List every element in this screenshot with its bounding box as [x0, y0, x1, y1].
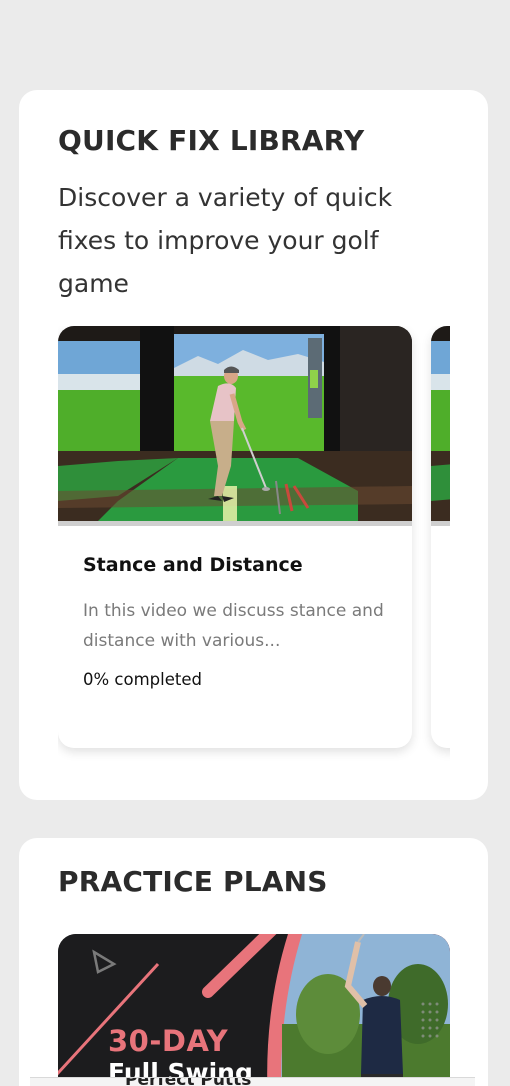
practice-plan-banner[interactable]: 30-DAY Full Swing [58, 934, 450, 1086]
bottom-sheet-label: Perfect Putts [125, 1078, 251, 1086]
video-title: Stance and Distance [83, 554, 303, 576]
video-description: In this video we discuss stance and dist… [83, 601, 384, 651]
practice-plans-title: PRACTICE PLANS [58, 865, 328, 898]
plan-banner-headline: 30-DAY [108, 1024, 229, 1058]
golf-simulator-image [431, 326, 450, 521]
quick-fix-title: QUICK FIX LIBRARY [58, 124, 365, 157]
thumbnail-divider [431, 521, 450, 526]
video-card[interactable]: Stance and Distance In this video we dis… [58, 326, 412, 748]
video-thumbnail[interactable] [58, 326, 412, 521]
quick-fix-library-section: QUICK FIX LIBRARY Discover a variety of … [19, 90, 488, 800]
video-card-peek[interactable] [431, 326, 450, 748]
practice-plans-section: PRACTICE PLANS 30-DAY Full Swing [19, 838, 488, 1086]
golf-simulator-image [58, 326, 412, 521]
quick-fix-carousel[interactable]: Stance and Distance In this video we dis… [58, 326, 450, 766]
video-progress-text: 0% completed [83, 670, 202, 689]
quick-fix-description: Discover a variety of quick fixes to imp… [58, 183, 393, 298]
video-thumbnail[interactable] [431, 326, 450, 521]
bottom-sheet-peek[interactable]: Perfect Putts [30, 1077, 475, 1086]
thumbnail-divider [58, 521, 412, 526]
